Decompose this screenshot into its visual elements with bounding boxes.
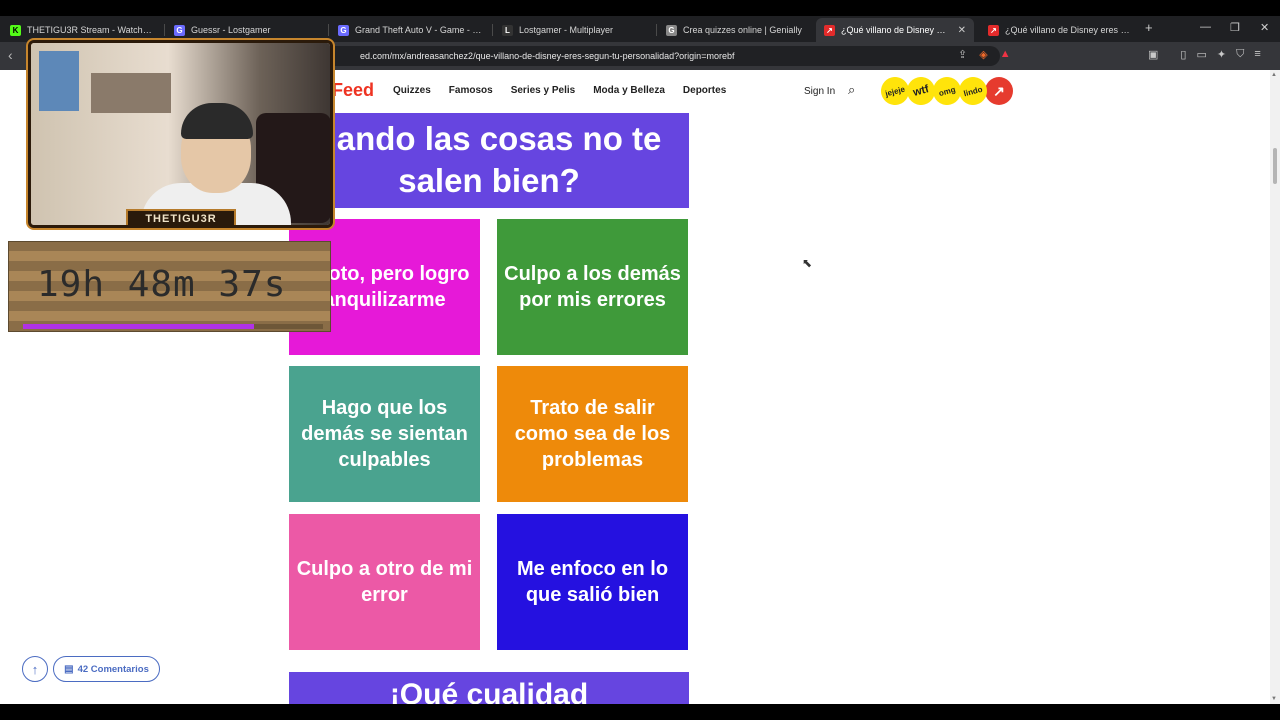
maximize-icon[interactable]: ❐ bbox=[1230, 21, 1240, 34]
wallet-icon[interactable]: ▭ bbox=[1196, 48, 1206, 61]
background-monitor bbox=[39, 51, 79, 111]
minimize-icon[interactable]: — bbox=[1200, 21, 1211, 33]
tab-lostgamer-multiplayer[interactable]: L Lostgamer - Multiplayer bbox=[494, 18, 654, 42]
nav-quizzes[interactable]: Quizzes bbox=[393, 85, 431, 96]
buzzfeed-trending-icon: ↗ bbox=[988, 24, 999, 36]
next-question-title: ¡Qué cualidad bbox=[289, 672, 689, 704]
comments-label: 42 Comentarios bbox=[77, 663, 149, 675]
tab-gta-guessr[interactable]: G Grand Theft Auto V - Game - Guessr bbox=[330, 18, 490, 42]
tab-label: ¿Qué villano de Disney eres según tu per… bbox=[841, 25, 950, 35]
tab-kick-stream[interactable]: K THETIGU3R Stream - Watch Live on Kick bbox=[2, 18, 162, 42]
comments-button[interactable]: ▤ 42 Comentarios bbox=[53, 656, 160, 682]
answer-option-6[interactable]: Me enfoco en lo que salió bien bbox=[497, 514, 688, 650]
menu-icon[interactable]: ≡ bbox=[1254, 48, 1260, 61]
share-icon[interactable]: ⇪ bbox=[958, 48, 967, 61]
webcam-overlay: THETIGU3R bbox=[28, 40, 333, 228]
tab-guessr-lostgamer[interactable]: G Guessr - Lostgamer bbox=[166, 18, 326, 42]
sidebar-icon[interactable]: ▯ bbox=[1180, 48, 1186, 61]
scroll-to-top-button[interactable]: ↑ bbox=[22, 656, 48, 682]
answer-option-5[interactable]: Culpo a otro de mi error bbox=[289, 514, 480, 650]
guessr-icon: G bbox=[338, 24, 349, 36]
background-shelf bbox=[91, 73, 171, 113]
tab-label: Crea quizzes online | Genially bbox=[683, 25, 802, 35]
new-tab-button[interactable]: + bbox=[1145, 20, 1153, 35]
streamer-name-plate: THETIGU3R bbox=[126, 209, 236, 225]
site-nav: Quizzes Famosos Series y Pelis Moda y Be… bbox=[393, 85, 744, 96]
tab-label: Grand Theft Auto V - Game - Guessr bbox=[355, 25, 482, 35]
back-arrow-icon[interactable]: ‹ bbox=[8, 47, 13, 63]
kick-icon: K bbox=[10, 24, 21, 36]
leo-ai-icon[interactable]: ✦ bbox=[1217, 48, 1226, 61]
stream-timer-text: 19h 48m 37s bbox=[37, 264, 287, 305]
vpn-icon[interactable]: ⛉ bbox=[1236, 48, 1244, 61]
badge-lindo[interactable]: lindo bbox=[955, 73, 991, 109]
scroll-down-icon[interactable]: ▼ bbox=[1271, 696, 1277, 702]
brave-shield-icon[interactable]: ◈ bbox=[979, 48, 987, 61]
tab-label: Lostgamer - Multiplayer bbox=[519, 25, 614, 35]
scroll-up-icon[interactable]: ▲ bbox=[1271, 72, 1277, 78]
stream-timer-overlay: 19h 48m 37s bbox=[8, 241, 331, 332]
nav-moda-y-belleza[interactable]: Moda y Belleza bbox=[593, 85, 665, 96]
search-icon[interactable]: ⌕ bbox=[848, 82, 855, 98]
close-tab-icon[interactable]: ✕ bbox=[958, 25, 966, 36]
sign-in-link[interactable]: Sign In bbox=[804, 86, 835, 97]
brave-rewards-icon[interactable]: ▲ bbox=[1000, 48, 1011, 61]
timer-progress-fill bbox=[23, 324, 254, 329]
answer-option-4[interactable]: Trato de salir como sea de los problemas bbox=[497, 366, 688, 502]
page-scrollbar[interactable]: ▲ ▼ bbox=[1270, 70, 1280, 704]
tab-disney-quiz[interactable]: ↗ ¿Qué villano de Disney eres según tu p… bbox=[980, 18, 1140, 42]
screen: K THETIGU3R Stream - Watch Live on Kick … bbox=[0, 0, 1280, 720]
question-title: uando las cosas no te salen bien? bbox=[289, 113, 689, 208]
nav-famosos[interactable]: Famosos bbox=[449, 85, 493, 96]
tab-bar: K THETIGU3R Stream - Watch Live on Kick … bbox=[0, 16, 1280, 42]
mouse-cursor-icon: ⬉ bbox=[802, 256, 813, 270]
tab-label: Guessr - Lostgamer bbox=[191, 25, 271, 35]
tab-label: THETIGU3R Stream - Watch Live on Kick bbox=[27, 25, 154, 35]
lostgamer-icon: L bbox=[502, 24, 513, 36]
answer-option-2[interactable]: Culpo a los demás por mis errores bbox=[497, 219, 688, 355]
tab-disney-quiz-active[interactable]: ↗ ¿Qué villano de Disney eres según tu p… bbox=[816, 18, 974, 42]
scroll-thumb[interactable] bbox=[1273, 148, 1277, 184]
guessr-icon: G bbox=[174, 24, 185, 36]
trending-icon[interactable]: ↗ bbox=[985, 77, 1013, 105]
close-window-icon[interactable]: ✕ bbox=[1260, 21, 1269, 34]
tab-genially[interactable]: G Crea quizzes online | Genially bbox=[658, 18, 814, 42]
site-logo[interactable]: Feed bbox=[332, 80, 374, 101]
nav-series-y-pelis[interactable]: Series y Pelis bbox=[511, 85, 576, 96]
nav-deportes[interactable]: Deportes bbox=[683, 85, 726, 96]
tab-label: ¿Qué villano de Disney eres según tu per… bbox=[1005, 25, 1132, 35]
comment-icon: ▤ bbox=[64, 663, 74, 675]
reader-icon[interactable]: ▣ bbox=[1148, 48, 1158, 61]
genially-icon: G bbox=[666, 24, 677, 36]
reaction-badges: jejeje wtf omg lindo ↗ bbox=[877, 73, 1013, 109]
answer-option-3[interactable]: Hago que los demás se sientan culpables bbox=[289, 366, 480, 502]
buzzfeed-trending-icon: ↗ bbox=[824, 24, 835, 36]
url-text: ed.com/mx/andreasanchez2/que-villano-de-… bbox=[360, 51, 735, 61]
